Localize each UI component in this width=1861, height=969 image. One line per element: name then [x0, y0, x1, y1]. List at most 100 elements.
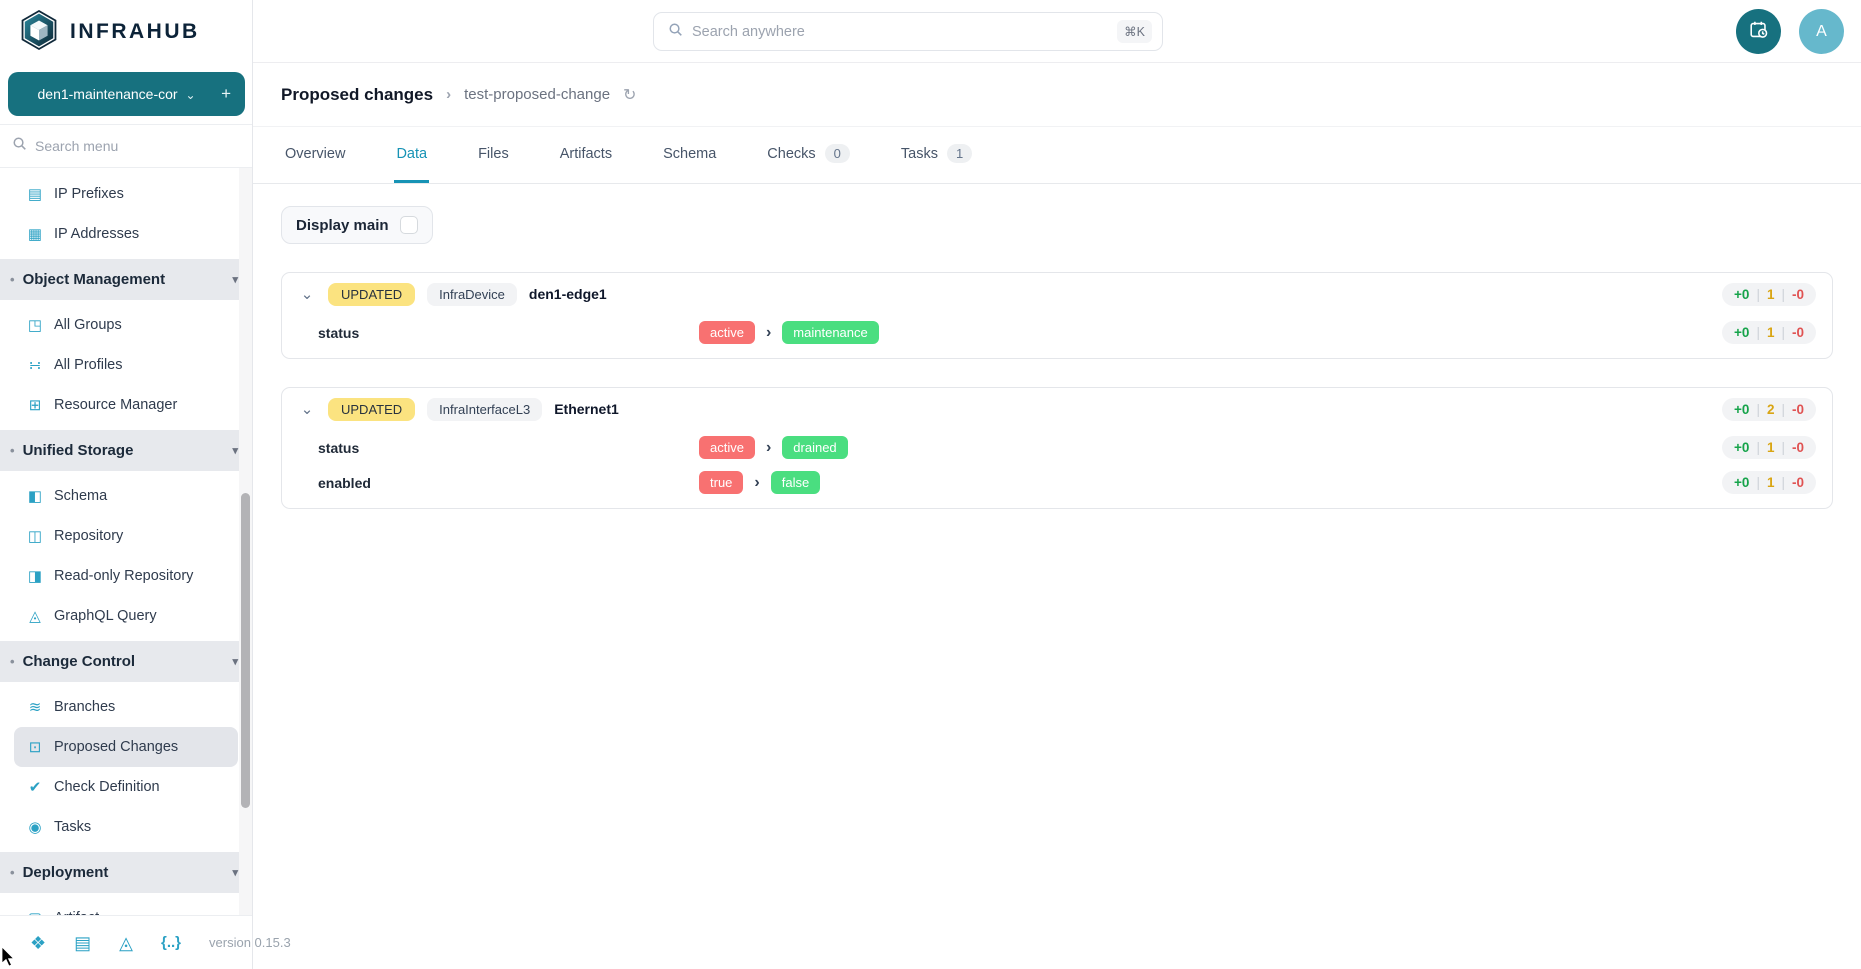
branch-selector-row: den1-maintenance-cor ⌄ + — [0, 64, 252, 124]
tab-label: Files — [478, 146, 509, 162]
calendar-clock-icon — [1748, 19, 1770, 44]
brand-name: INFRAHUB — [70, 20, 200, 44]
tab-overview[interactable]: Overview — [283, 127, 347, 183]
display-main-toggle[interactable]: Display main — [281, 206, 433, 244]
removed-count: -0 — [1792, 402, 1804, 417]
sidebar-item-label: Branches — [54, 699, 115, 715]
sidebar-item-all-profiles[interactable]: ∺ All Profiles — [14, 345, 238, 385]
breadcrumb-parent[interactable]: Proposed changes — [281, 85, 433, 105]
sidebar-item-check-definition[interactable]: ✔ Check Definition — [14, 767, 238, 807]
added-count: +0 — [1734, 475, 1749, 490]
sidebar-item-readonly-repository[interactable]: ◨ Read-only Repository — [14, 556, 238, 596]
sidebar-item-label: Repository — [54, 528, 123, 544]
diff-card-den1-edge1: ⌄ UPDATED InfraDevice den1-edge1 +0 | 1 … — [281, 272, 1833, 359]
chevron-down-icon[interactable]: ⌄ — [298, 400, 316, 418]
tab-artifacts[interactable]: Artifacts — [558, 127, 614, 183]
proposed-changes-icon: ⊡ — [26, 738, 44, 756]
diff-row-enabled[interactable]: enabled true › false +0 | 1 | -0 — [282, 465, 1832, 500]
chevron-right-icon: › — [446, 86, 451, 103]
separator: | — [1781, 325, 1785, 340]
chevron-down-icon[interactable]: ⌄ — [298, 285, 316, 303]
arrow-right-icon: › — [766, 324, 771, 342]
sidebar-scrollbar-thumb[interactable] — [241, 493, 250, 808]
sidebar-item-ip-addresses[interactable]: ▦ IP Addresses — [14, 214, 238, 254]
removed-count: -0 — [1792, 287, 1804, 302]
status-badge: UPDATED — [328, 283, 415, 306]
added-count: +0 — [1734, 440, 1749, 455]
attribute-name: status — [318, 440, 699, 456]
groups-icon: ◳ — [26, 316, 44, 334]
tab-files[interactable]: Files — [476, 127, 511, 183]
sidebar-scrollbar-track[interactable] — [239, 168, 252, 915]
kind-badge: InfraInterfaceL3 — [427, 398, 542, 421]
brand-header[interactable]: INFRAHUB — [0, 0, 252, 64]
tab-data[interactable]: Data — [394, 127, 429, 183]
section-label: Object Management — [23, 271, 166, 288]
mouse-cursor-icon — [1, 946, 17, 969]
sidebar-item-schema[interactable]: ◧ Schema — [14, 476, 238, 516]
sidebar-section-object-management[interactable]: • Object Management ▾ — [0, 259, 252, 300]
sidebar-item-ip-prefixes[interactable]: ▤ IP Prefixes — [14, 174, 238, 214]
sidebar-item-label: All Profiles — [54, 357, 123, 373]
main-area: ⌘K A Pro — [253, 0, 1861, 969]
git-icon[interactable]: ❖ — [30, 934, 46, 952]
sidebar-item-label: Proposed Changes — [54, 739, 178, 755]
updated-count: 1 — [1767, 440, 1775, 455]
separator: | — [1756, 325, 1760, 340]
global-search[interactable]: ⌘K — [653, 12, 1163, 51]
display-main-checkbox[interactable] — [400, 216, 418, 234]
sidebar-item-tasks[interactable]: ◉ Tasks — [14, 807, 238, 847]
branch-name: den1-maintenance-cor — [38, 86, 178, 102]
sidebar-item-proposed-changes[interactable]: ⊡ Proposed Changes — [14, 727, 238, 767]
removed-count: -0 — [1792, 475, 1804, 490]
tab-schema[interactable]: Schema — [661, 127, 718, 183]
diff-card-header[interactable]: ⌄ UPDATED InfraInterfaceL3 Ethernet1 +0 … — [282, 388, 1832, 430]
chevron-down-icon: ▾ — [232, 273, 238, 286]
sidebar-search — [0, 124, 252, 168]
tab-label: Checks — [767, 146, 815, 162]
chevron-down-icon: ▾ — [232, 866, 238, 879]
diff-row-status[interactable]: status active › drained +0 | 1 | -0 — [282, 430, 1832, 465]
diff-summary-badge: +0 | 1 | -0 — [1722, 321, 1816, 344]
add-branch-button[interactable]: + — [221, 84, 231, 104]
check-definition-icon: ✔ — [26, 778, 44, 796]
sidebar-item-label: IP Addresses — [54, 226, 139, 242]
sidebar-item-graphql-query[interactable]: ◬ GraphQL Query — [14, 596, 238, 636]
avatar-initial: A — [1816, 23, 1827, 41]
sidebar-search-input[interactable] — [35, 138, 240, 154]
sidebar-item-all-groups[interactable]: ◳ All Groups — [14, 305, 238, 345]
sidebar-section-deployment[interactable]: • Deployment ▾ — [0, 852, 252, 893]
checks-count-badge: 0 — [825, 144, 850, 163]
tab-label: Overview — [285, 146, 345, 162]
global-search-input[interactable] — [692, 24, 1108, 40]
added-count: +0 — [1734, 402, 1749, 417]
graphql-icon[interactable]: ◬ — [119, 934, 133, 952]
bullet-icon: • — [10, 443, 15, 458]
chevron-down-icon: ⌄ — [185, 88, 195, 102]
schema-icon: ◧ — [26, 487, 44, 505]
tasks-schedule-button[interactable] — [1736, 9, 1781, 54]
swagger-icon[interactable]: {..} — [161, 935, 181, 950]
sidebar-section-change-control[interactable]: • Change Control ▾ — [0, 641, 252, 682]
search-icon — [668, 22, 683, 42]
diff-row-status[interactable]: status active › maintenance +0 | 1 | -0 — [282, 315, 1832, 350]
app-root: INFRAHUB den1-maintenance-cor ⌄ + ▤ — [0, 0, 1861, 969]
sidebar-section-unified-storage[interactable]: • Unified Storage ▾ — [0, 430, 252, 471]
docs-icon[interactable]: ▤ — [74, 934, 91, 952]
tab-tasks[interactable]: Tasks 1 — [899, 127, 974, 183]
sidebar-item-resource-manager[interactable]: ⊞ Resource Manager — [14, 385, 238, 425]
display-main-label: Display main — [296, 217, 389, 234]
tab-checks[interactable]: Checks 0 — [765, 127, 852, 183]
sidebar-item-label: Schema — [54, 488, 107, 504]
sidebar-item-repository[interactable]: ◫ Repository — [14, 516, 238, 556]
separator: | — [1781, 287, 1785, 302]
branch-selector[interactable]: den1-maintenance-cor ⌄ + — [8, 72, 245, 116]
refresh-icon[interactable]: ↻ — [623, 85, 636, 105]
diff-card-header[interactable]: ⌄ UPDATED InfraDevice den1-edge1 +0 | 1 … — [282, 273, 1832, 315]
sidebar-item-artifact[interactable]: ▢ Artifact — [14, 898, 238, 915]
old-value-pill: active — [699, 321, 755, 344]
avatar[interactable]: A — [1799, 9, 1844, 54]
attribute-name: enabled — [318, 475, 699, 491]
sidebar-item-branches[interactable]: ≋ Branches — [14, 687, 238, 727]
separator: | — [1781, 402, 1785, 417]
